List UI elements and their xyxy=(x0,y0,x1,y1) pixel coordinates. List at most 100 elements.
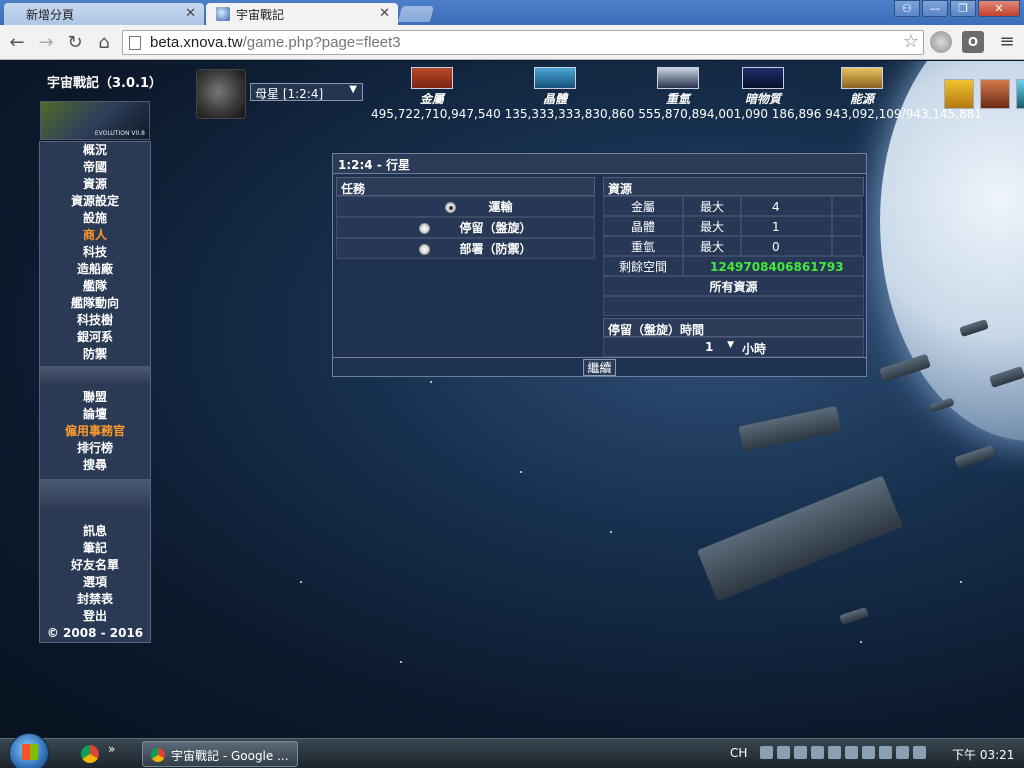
mission-hold[interactable]: 停留（盤旋） xyxy=(336,217,595,238)
energy-label: 能源 xyxy=(849,92,874,106)
menu-item-main-12[interactable]: 防禦 xyxy=(40,346,150,363)
close-tab-icon[interactable]: ✕ xyxy=(379,6,390,21)
mission-deploy[interactable]: 部署（防禦） xyxy=(336,238,595,259)
add-icon[interactable] xyxy=(980,79,1010,109)
menu-item-main-6[interactable]: 科技 xyxy=(40,244,150,261)
mission-radio[interactable] xyxy=(419,244,430,255)
clock[interactable]: 下午 03:21 xyxy=(952,746,1014,763)
menu-item-main-7[interactable]: 造船廠 xyxy=(40,261,150,278)
minimize-icon[interactable]: — xyxy=(922,0,948,17)
menu-item-main-10[interactable]: 科技樹 xyxy=(40,312,150,329)
user-icon[interactable]: ⚇ xyxy=(894,0,920,17)
continue-button[interactable]: 繼續 xyxy=(583,359,616,376)
mission-section: 任務 運輸 停留（盤旋） 部署（防禦） xyxy=(336,177,595,259)
tray-icon[interactable] xyxy=(845,746,858,759)
dark-matter-icon xyxy=(742,67,784,89)
restore-icon[interactable]: ❐ xyxy=(950,0,976,17)
tray-icon[interactable] xyxy=(811,746,824,759)
hold-time-select[interactable]: 1 ▼ xyxy=(701,340,737,356)
menu-item-main-5[interactable]: 商人 xyxy=(40,227,150,244)
tray-icon[interactable] xyxy=(896,746,909,759)
language-indicator[interactable]: CH xyxy=(730,746,747,760)
tray-icon[interactable] xyxy=(879,746,892,759)
close-window-icon[interactable]: ✕ xyxy=(978,0,1020,17)
deuterium-input[interactable]: 0 xyxy=(741,236,832,256)
menu-item-social-1[interactable]: 論壇 xyxy=(40,406,150,423)
address-bar[interactable]: beta.xnova.tw/game.php?page=fleet3 ☆ xyxy=(122,30,924,55)
chevron-down-icon: ▼ xyxy=(349,84,357,95)
extension-o-icon[interactable]: O xyxy=(962,31,984,53)
menu-item-user-1[interactable]: 筆記 xyxy=(40,540,150,557)
tray-icon[interactable] xyxy=(760,746,773,759)
chrome-icon xyxy=(151,748,165,762)
hold-time-header: 停留（盤旋）時間 xyxy=(603,318,864,337)
home-icon[interactable]: ⌂ xyxy=(93,32,115,54)
menu-item-main-0[interactable]: 概況 xyxy=(40,142,150,159)
tray-icon[interactable] xyxy=(862,746,875,759)
tray-icon[interactable] xyxy=(794,746,807,759)
ship-graphic xyxy=(929,397,955,413)
window-controls: ⚇ — ❐ ✕ xyxy=(894,0,1020,17)
menu-item-main-11[interactable]: 銀河系 xyxy=(40,329,150,346)
page-icon xyxy=(129,36,141,50)
extension-icon[interactable] xyxy=(930,31,952,53)
resource-row: 金屬 最大 4 xyxy=(603,196,864,216)
chrome-menu-icon[interactable]: ≡ xyxy=(998,31,1016,53)
menu-item-main-9[interactable]: 艦隊動向 xyxy=(40,295,150,312)
bookmark-star-icon[interactable]: ☆ xyxy=(903,31,919,52)
menu-item-main-2[interactable]: 資源 xyxy=(40,176,150,193)
overflow-icon[interactable]: » xyxy=(108,742,115,756)
menu-item-user-4[interactable]: 封禁表 xyxy=(40,591,150,608)
crystal-input[interactable]: 1 xyxy=(741,216,832,236)
resources-header: 資源 xyxy=(603,177,864,196)
tray-icon[interactable] xyxy=(777,746,790,759)
volume-icon[interactable] xyxy=(913,746,926,759)
crystal-label: 晶體 xyxy=(542,92,567,106)
max-link[interactable]: 最大 xyxy=(683,236,741,256)
star-officer-icon[interactable] xyxy=(944,79,974,109)
metal-input[interactable]: 4 xyxy=(741,196,832,216)
metal-label: 金屬 xyxy=(419,92,444,106)
menu-item-social-4[interactable]: 搜尋 xyxy=(40,457,150,474)
browser-toolbar: ← → ↻ ⌂ beta.xnova.tw/game.php?page=flee… xyxy=(0,25,1024,60)
start-button[interactable] xyxy=(9,733,49,768)
menu-item-social-2[interactable]: 僱用事務官 xyxy=(40,423,150,440)
menu-item-main-8[interactable]: 艦隊 xyxy=(40,278,150,295)
taskbar-window-button[interactable]: 宇宙戰記 - Google ... xyxy=(142,741,298,767)
back-icon[interactable]: ← xyxy=(6,32,28,54)
crystal-icon xyxy=(534,67,576,89)
tab-label: 宇宙戰記 xyxy=(236,8,285,22)
menu-item-user-5[interactable]: 登出 xyxy=(40,608,150,625)
forward-icon[interactable]: → xyxy=(35,32,57,54)
max-link[interactable]: 最大 xyxy=(683,196,741,216)
menu-item-main-3[interactable]: 資源設定 xyxy=(40,193,150,210)
mission-transport[interactable]: 運輸 xyxy=(336,196,595,217)
menu-item-main-4[interactable]: 設施 xyxy=(40,210,150,227)
max-link[interactable]: 最大 xyxy=(683,216,741,236)
menu-item-user-6[interactable]: © 2008 - 2016 xyxy=(40,625,150,642)
menu-separator xyxy=(40,479,150,513)
chrome-pinned-icon[interactable] xyxy=(81,745,99,763)
tray-icon[interactable] xyxy=(828,746,841,759)
mission-header: 任務 xyxy=(336,177,595,196)
energy-icon xyxy=(841,67,883,89)
close-tab-icon[interactable]: ✕ xyxy=(185,6,196,21)
reload-icon[interactable]: ↻ xyxy=(64,32,86,54)
planet-select[interactable]: 母星 [1:2:4] ▼ xyxy=(250,83,363,101)
ship-graphic xyxy=(879,353,931,383)
extra-icon[interactable] xyxy=(1016,79,1024,109)
mission-radio[interactable] xyxy=(445,202,456,213)
all-resources-link[interactable]: 所有資源 xyxy=(603,276,864,296)
menu-item-user-3[interactable]: 選項 xyxy=(40,574,150,591)
menu-item-user-2[interactable]: 好友名單 xyxy=(40,557,150,574)
tab-label: 新增分頁 xyxy=(26,8,75,22)
menu-item-social-0[interactable]: 聯盟 xyxy=(40,389,150,406)
menu-item-social-3[interactable]: 排行榜 xyxy=(40,440,150,457)
mission-radio[interactable] xyxy=(419,223,430,234)
new-tab-button[interactable] xyxy=(397,6,435,22)
tab-new-tab[interactable]: 新增分頁 ✕ xyxy=(4,3,204,25)
menu-item-user-0[interactable]: 訊息 xyxy=(40,523,150,540)
tab-game[interactable]: 宇宙戰記 ✕ xyxy=(206,3,398,25)
menu-item-main-1[interactable]: 帝國 xyxy=(40,159,150,176)
space-row: 剩餘空間 1249708406861793 xyxy=(603,256,864,276)
